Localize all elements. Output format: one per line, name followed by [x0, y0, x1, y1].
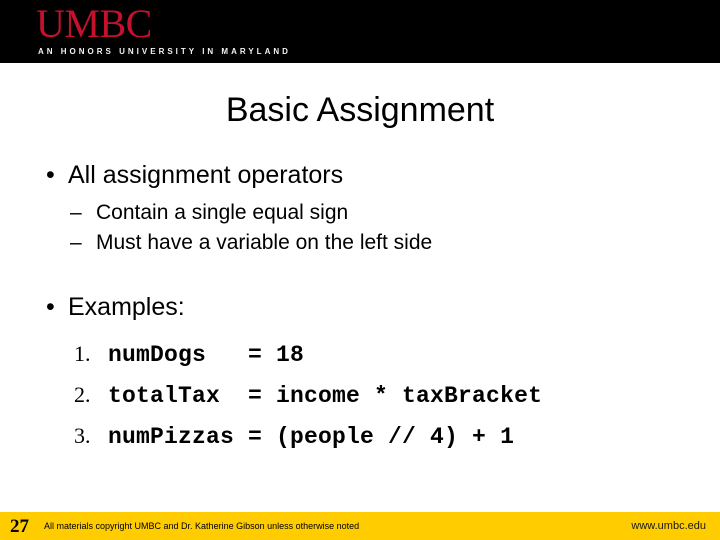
sub-bullet-text: Must have a variable on the left side [96, 231, 433, 254]
sub-bullet-contain-equal-sign: – Contain a single equal sign [70, 198, 720, 228]
footer-url: www.umbc.edu [631, 520, 706, 532]
list-item: 1. numDogs = 18 [74, 334, 720, 375]
bullet-all-assignment-operators: • All assignment operators [40, 158, 720, 192]
code-snippet: numPizzas = (people // 4) + 1 [108, 424, 515, 450]
bullet-marker-icon: • [46, 293, 55, 321]
list-number: 2. [74, 382, 91, 407]
list-item: 2. totalTax = income * taxBracket [74, 375, 720, 416]
code-snippet: numDogs = 18 [108, 342, 305, 368]
examples-block: • Examples: 1. numDogs = 18 2. totalTax … [0, 290, 720, 457]
bullet-text: Examples: [68, 293, 185, 321]
list-item: 3. numPizzas = (people // 4) + 1 [74, 416, 720, 457]
sub-bullet-group: – Contain a single equal sign – Must hav… [0, 198, 720, 258]
page-number: 27 [10, 516, 29, 537]
umbc-logo-tagline: AN HONORS UNIVERSITY IN MARYLAND [38, 47, 291, 56]
code-snippet: totalTax = income * taxBracket [108, 383, 543, 409]
header-band: UMBC AN HONORS UNIVERSITY IN MARYLAND [0, 0, 720, 63]
bullet-examples: • Examples: [40, 290, 720, 324]
list-number: 3. [74, 423, 91, 448]
bullet-marker-icon: • [46, 161, 55, 189]
slide-body: • All assignment operators – Contain a s… [0, 158, 720, 457]
footer-band: 27 All materials copyright UMBC and Dr. … [0, 512, 720, 540]
slide-title: Basic Assignment [225, 91, 495, 129]
dash-marker-icon: – [70, 201, 82, 224]
list-number: 1. [74, 341, 91, 366]
bullet-text: All assignment operators [68, 161, 344, 189]
code-example-list: 1. numDogs = 18 2. totalTax = income * t… [0, 334, 720, 457]
sub-bullet-variable-left-side: – Must have a variable on the left side [70, 228, 720, 258]
copyright-note: All materials copyright UMBC and Dr. Kat… [44, 521, 360, 531]
umbc-logo-wordmark: UMBC [36, 1, 152, 46]
dash-marker-icon: – [70, 231, 82, 254]
sub-bullet-text: Contain a single equal sign [96, 201, 349, 224]
slide: UMBC AN HONORS UNIVERSITY IN MARYLAND Ba… [0, 0, 720, 540]
